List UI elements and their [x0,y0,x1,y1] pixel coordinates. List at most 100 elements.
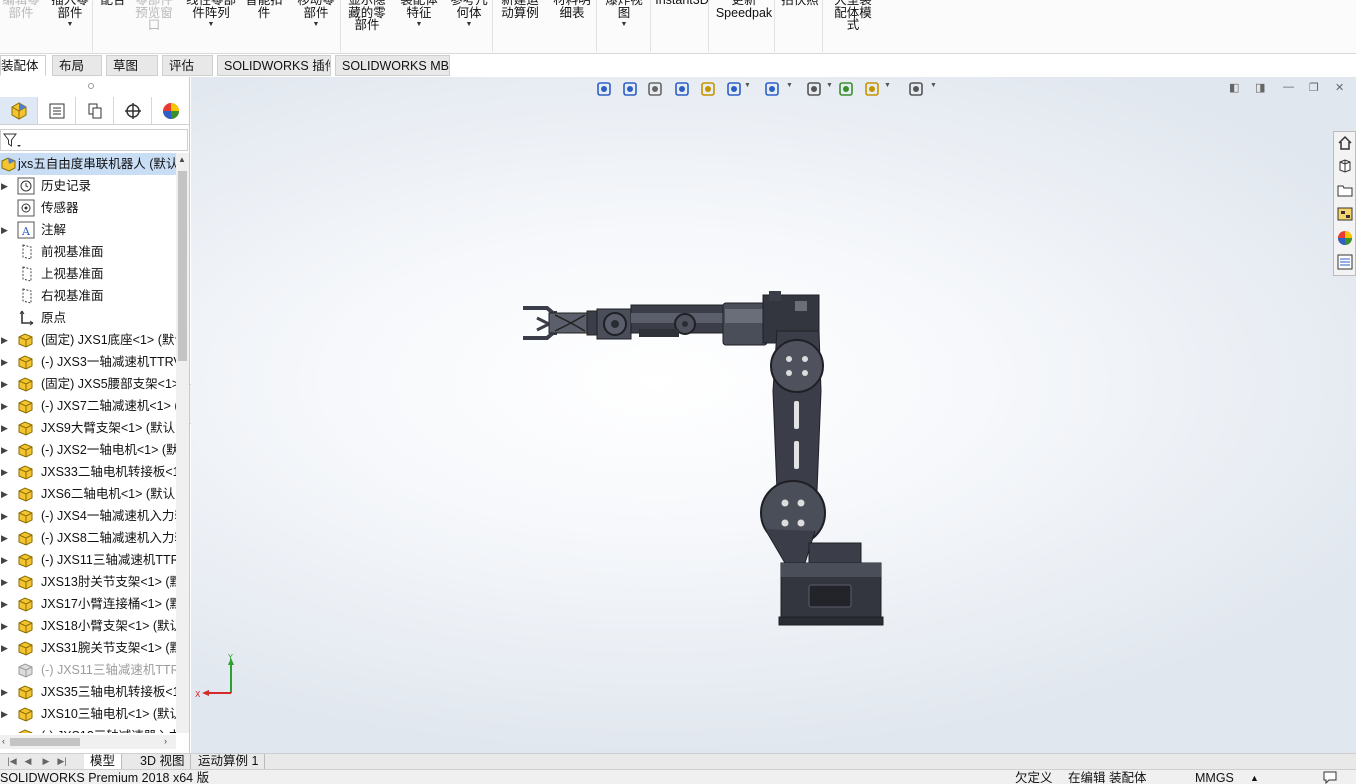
expand-arrow-icon[interactable]: ▶ [1,219,11,241]
file-explorer-icon[interactable] [1337,182,1353,198]
tree-item[interactable]: ▶ JXS33二轴电机转接板<1 [0,461,176,483]
unit-menu-icon[interactable]: ▲ [1250,770,1259,784]
tree-item[interactable]: ▶ 历史记录 [0,175,176,197]
expand-arrow-icon[interactable]: ▶ [1,175,11,197]
ribbon-button-4[interactable]: 线性零部 件阵列 ▼ [182,0,240,30]
bottom-tab-1[interactable]: 3D 视图 [134,754,192,769]
tree-filter-input[interactable] [0,129,188,151]
feature-manager-tab[interactable] [0,97,38,124]
tree-item[interactable]: ▶ A 注解 [0,219,176,241]
tree-item[interactable]: ▶ JXS31腕关节支架<1> (默 [0,637,176,659]
unit-system-button[interactable]: MMGS [1195,770,1234,784]
dropdown-arrow-icon[interactable]: ▼ [446,20,492,30]
expand-arrow-icon[interactable]: ▶ [1,373,11,395]
expand-arrow-icon[interactable]: ▶ [1,461,11,483]
dropdown-arrow-icon[interactable]: ▼ [182,20,240,30]
tree-item[interactable]: 上视基准面 [0,263,176,285]
ribbon-button-9[interactable]: 参考几 何体 ▼ [446,0,492,30]
custom-properties-icon[interactable] [1337,254,1353,270]
tree-item[interactable]: ▶ JXS35三轴电机转接板<1 [0,681,176,703]
expand-arrow-icon[interactable]: ▶ [1,505,11,527]
command-tab-0[interactable]: 装配体 [0,55,46,76]
scroll-thumb-horizontal[interactable] [10,738,80,746]
scroll-up-icon[interactable]: ▲ [178,155,186,164]
view-settings-icon[interactable] [908,81,926,97]
property-manager-tab[interactable] [38,97,76,124]
tree-item[interactable]: 传感器 [0,197,176,219]
dynamic-annotation-icon[interactable] [700,81,718,97]
dropdown-arrow-icon[interactable]: ▼ [396,20,442,30]
ribbon-button-0[interactable]: 编辑零 部件 [0,0,42,19]
zoom-to-fit-icon[interactable] [596,81,614,97]
first-tab-icon[interactable]: |◀ [6,755,18,768]
hud-dropdown-icon[interactable]: ▼ [930,82,937,89]
expand-arrow-icon[interactable]: ▶ [1,681,11,703]
help-bubble-icon[interactable] [1322,771,1338,784]
tree-item[interactable]: (-) JXS11三轴减速机TTR [0,659,176,681]
expand-arrow-icon[interactable]: ▶ [1,725,11,733]
tree-root-assembly[interactable]: jxs五自由度串联机器人 (默认<默认_显示状态-1>) [0,153,176,175]
view-palette-icon[interactable] [1337,206,1353,222]
display-style-icon[interactable] [764,81,782,97]
last-tab-icon[interactable]: ▶| [56,755,68,768]
tile-left-icon[interactable]: ◧ [1229,81,1239,94]
tree-vertical-scrollbar[interactable]: ▲ [176,153,189,733]
ribbon-button-5[interactable]: 智能扣 件 [242,0,286,19]
ribbon-button-7[interactable]: 显示隐 藏的零 部件 [344,0,390,32]
tree-item[interactable]: ▶ JXS10三轴电机<1> (默认 [0,703,176,725]
home-icon[interactable] [1337,135,1353,151]
hud-dropdown-icon[interactable]: ▼ [744,82,751,89]
scroll-thumb[interactable] [178,171,187,361]
previous-view-icon[interactable] [647,81,665,97]
bottom-tab-0[interactable]: 模型 [84,754,123,769]
expand-arrow-icon[interactable]: ▶ [1,703,11,725]
expand-arrow-icon[interactable]: ▶ [1,593,11,615]
robot-arm-model[interactable] [519,291,889,636]
tree-item[interactable]: ▶ (-) JXS3一轴减速机TTRV [0,351,176,373]
next-tab-icon[interactable]: ▶ [40,755,52,768]
ribbon-button-14[interactable]: 更新 Speedpak [714,0,774,19]
ribbon-button-16[interactable]: 大型装 配体模 式 [828,0,878,32]
wrist-joint[interactable] [596,308,632,340]
expand-arrow-icon[interactable]: ▶ [1,637,11,659]
ribbon-button-6[interactable]: 移动零 部件 ▼ [292,0,340,30]
section-view-icon[interactable] [674,81,692,97]
hud-dropdown-icon[interactable]: ▼ [826,82,833,89]
tree-item[interactable]: ▶ (固定) JXS1底座<1> (默认 [0,329,176,351]
expand-arrow-icon[interactable]: ▶ [1,417,11,439]
expand-arrow-icon[interactable]: ▶ [1,395,11,417]
ribbon-button-8[interactable]: 装配体 特征 ▼ [396,0,442,30]
tree-item[interactable]: ▶ JXS17小臂连接桶<1> (默 [0,593,176,615]
zoom-to-area-icon[interactable] [622,81,640,97]
restore-icon[interactable]: ❐ [1309,81,1319,94]
tree-item[interactable]: ▶ (-) JXS12三轴减速器入力 [0,725,176,733]
display-manager-tab[interactable] [152,97,190,124]
scroll-right-icon[interactable]: › [164,736,167,746]
tree-item[interactable]: ▶ (-) JXS4一轴减速机入力轴 [0,505,176,527]
command-tab-5[interactable]: SOLIDWORKS MBD [335,55,450,76]
appearances-icon[interactable] [1337,230,1353,246]
minimize-icon[interactable]: — [1283,81,1294,93]
edit-appearance-icon[interactable] [838,81,856,97]
tree-item[interactable]: 右视基准面 [0,285,176,307]
expand-arrow-icon[interactable]: ▶ [1,527,11,549]
tile-right-icon[interactable]: ◨ [1255,81,1265,94]
expand-arrow-icon[interactable]: ▶ [1,549,11,571]
graphics-area[interactable]: ▼ ▼ ▼ ▼ ▼ ◧ ◨ — ❐ ✕ Y X [191,77,1356,753]
configuration-manager-tab[interactable] [76,97,114,124]
prev-tab-icon[interactable]: ◀ [22,755,34,768]
tree-item[interactable]: ▶ (-) JXS2一轴电机<1> (默 [0,439,176,461]
design-library-icon[interactable] [1337,158,1353,174]
command-tab-4[interactable]: SOLIDWORKS 插件 [217,55,331,76]
hide-show-items-icon[interactable] [806,81,824,97]
ribbon-button-10[interactable]: 新建运 动算例 [497,0,543,19]
bottom-tab-2[interactable]: 运动算例 1 [192,754,266,769]
dimxpert-manager-tab[interactable] [114,97,152,124]
command-tab-3[interactable]: 评估 [162,55,213,76]
dropdown-arrow-icon[interactable]: ▼ [600,20,648,30]
expand-arrow-icon[interactable]: ▶ [1,439,11,461]
command-tab-2[interactable]: 草图 [106,55,158,76]
tree-item[interactable]: ▶ JXS9大臂支架<1> (默认 [0,417,176,439]
expand-arrow-icon[interactable]: ▶ [1,615,11,637]
panel-grip-icon[interactable] [88,83,94,89]
